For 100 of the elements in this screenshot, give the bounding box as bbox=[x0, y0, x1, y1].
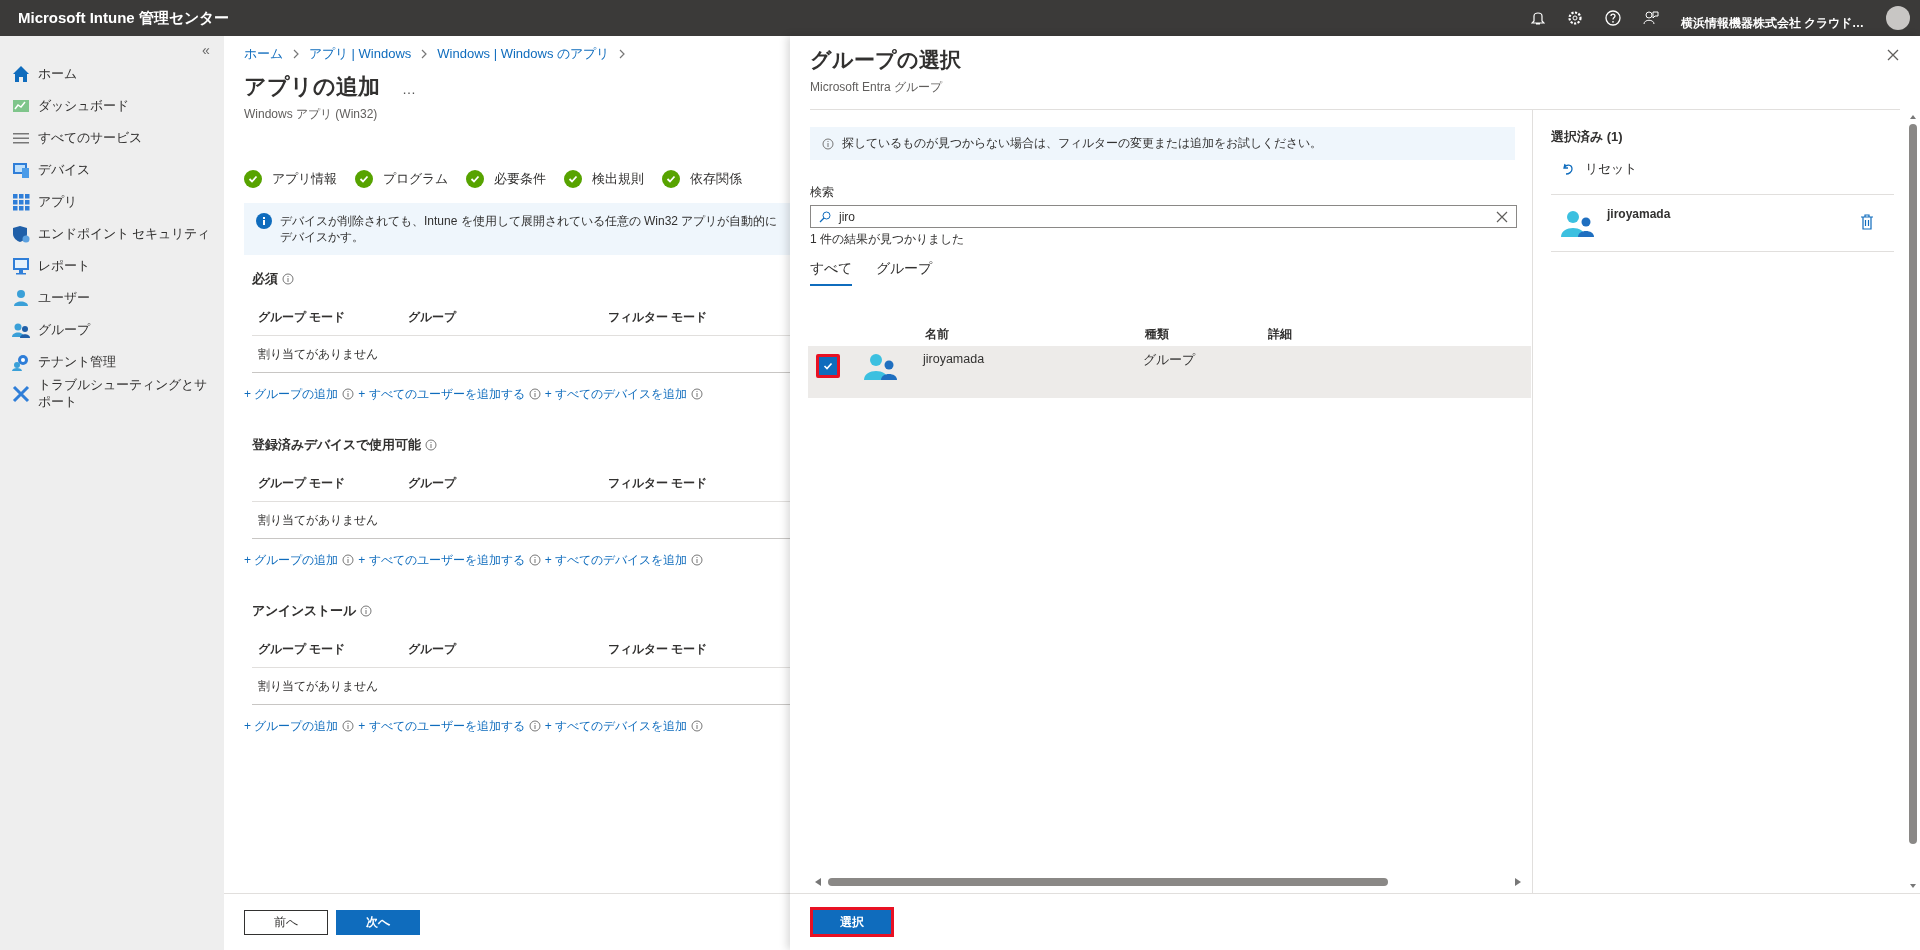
column-header: 詳細 bbox=[1268, 325, 1293, 343]
scroll-left-icon[interactable] bbox=[814, 877, 822, 887]
info-icon bbox=[256, 213, 272, 229]
tab[interactable]: グループ bbox=[876, 260, 932, 286]
info-icon bbox=[822, 137, 834, 150]
sidebar-item[interactable]: グループ bbox=[0, 314, 224, 346]
column-header: グループ モード bbox=[258, 309, 347, 325]
breadcrumb-link[interactable]: ホーム bbox=[244, 45, 283, 63]
info-icon bbox=[342, 554, 355, 566]
add-link[interactable]: + グループの追加 bbox=[244, 551, 339, 569]
search-field[interactable]: jiro bbox=[810, 205, 1517, 228]
breadcrumb-link[interactable]: アプリ | Windows bbox=[309, 45, 412, 63]
column-header: グループ bbox=[408, 309, 458, 325]
chevron-icon bbox=[291, 48, 301, 60]
column-header: 名前 bbox=[925, 325, 950, 343]
info-text: デバイスが削除されても、Intune を使用して展開されている任意の Win32 アプリが自動的にデバイスかす。 bbox=[280, 213, 778, 245]
back-button[interactable]: 前へ bbox=[244, 909, 328, 935]
people-icon bbox=[12, 321, 30, 339]
search-label: 検索 bbox=[810, 184, 835, 201]
collapse-button[interactable]: « bbox=[198, 42, 214, 58]
scroll-down-icon[interactable] bbox=[1909, 883, 1917, 889]
section-title: アンインストール bbox=[252, 602, 356, 620]
clear-icon bbox=[1496, 210, 1508, 223]
panel-title: グループの選択 bbox=[810, 47, 961, 73]
help-icon bbox=[1604, 10, 1621, 26]
delete-button[interactable] bbox=[1860, 213, 1874, 233]
checkmark-icon bbox=[470, 174, 480, 184]
column-header: グループ モード bbox=[258, 475, 347, 491]
reset-button[interactable]: リセット bbox=[1551, 160, 1637, 178]
account-name[interactable]: 横浜情報機器株式会社 クラウド… bbox=[1680, 14, 1864, 32]
checkmark-icon bbox=[568, 174, 578, 184]
column-header: フィルター モード bbox=[608, 475, 709, 491]
table-cell-text: グループ bbox=[1143, 352, 1197, 369]
column-header: 種類 bbox=[1145, 325, 1170, 343]
info-icon bbox=[342, 388, 355, 400]
info-text: 探しているものが見つからない場合は、フィルターの変更または追加をお試しください。 bbox=[842, 135, 1322, 152]
sidebar-item[interactable]: エンドポイント セキュリティ bbox=[0, 218, 224, 250]
breadcrumb-link[interactable]: Windows | Windows のアプリ bbox=[437, 45, 610, 63]
add-link[interactable]: + すべてのユーザーを追加する bbox=[358, 551, 525, 569]
column-header: フィルター モード bbox=[608, 309, 709, 325]
add-link[interactable]: + すべてのデバイスを追加 bbox=[544, 385, 688, 403]
bell-icon bbox=[1530, 10, 1545, 26]
column-header: グループ モード bbox=[258, 641, 347, 657]
info-icon bbox=[425, 439, 437, 451]
scroll-right-icon[interactable] bbox=[1514, 877, 1522, 887]
selected-item-name: jiroyamada bbox=[1607, 207, 1671, 221]
close-button[interactable] bbox=[1886, 48, 1900, 62]
empty-message: 割り当てがありません bbox=[258, 346, 378, 362]
sidebar-item[interactable]: ホーム bbox=[0, 58, 224, 90]
result-count: 1 件の結果が見つかりました bbox=[810, 231, 965, 248]
info-icon bbox=[528, 554, 541, 566]
info-icon bbox=[342, 720, 355, 732]
add-link[interactable]: + グループの追加 bbox=[244, 385, 339, 403]
step-label[interactable]: 依存関係 bbox=[690, 170, 742, 188]
sidebar-item[interactable]: トラブルシューティングとサポート bbox=[0, 378, 224, 410]
info-icon bbox=[691, 388, 704, 400]
undo-icon bbox=[1561, 162, 1575, 176]
add-link[interactable]: + グループの追加 bbox=[244, 717, 339, 735]
info-icon bbox=[528, 720, 541, 732]
scroll-up-icon[interactable] bbox=[1909, 114, 1917, 120]
add-link[interactable]: + すべてのデバイスを追加 bbox=[544, 551, 688, 569]
page-subtitle: Windows アプリ (Win32) bbox=[244, 106, 379, 123]
add-link[interactable]: + すべてのユーザーを追加する bbox=[358, 385, 525, 403]
people-icon bbox=[1561, 209, 1595, 237]
sidebar-item[interactable]: ユーザー bbox=[0, 282, 224, 314]
app-title: Microsoft Intune 管理センター bbox=[18, 8, 229, 28]
section-title: 登録済みデバイスで使用可能 bbox=[252, 436, 421, 454]
checkbox[interactable] bbox=[816, 354, 840, 378]
sidebar-item[interactable]: レポート bbox=[0, 250, 224, 282]
table-row[interactable]: jiroyamada グループ bbox=[808, 346, 1531, 398]
info-icon bbox=[282, 273, 294, 285]
section-title: 必須 bbox=[252, 270, 278, 288]
step-label[interactable]: アプリ情報 bbox=[272, 170, 337, 188]
shield-icon bbox=[12, 225, 30, 243]
add-link[interactable]: + すべてのユーザーを追加する bbox=[358, 717, 525, 735]
select-button[interactable]: 選択 bbox=[810, 907, 894, 937]
tab[interactable]: すべて bbox=[810, 260, 852, 286]
info-icon bbox=[691, 720, 704, 732]
sidebar-item[interactable]: テナント管理 bbox=[0, 346, 224, 378]
sidebar-item[interactable]: デバイス bbox=[0, 154, 224, 186]
next-button[interactable]: 次へ bbox=[336, 909, 420, 935]
step-label[interactable]: 検出規則 bbox=[592, 170, 644, 188]
gear-person-icon bbox=[12, 353, 30, 371]
column-header: フィルター モード bbox=[608, 641, 709, 657]
avatar-icon[interactable] bbox=[1886, 6, 1910, 30]
table-cell-text: jiroyamada bbox=[923, 351, 986, 366]
step-label[interactable]: 必要条件 bbox=[494, 170, 546, 188]
empty-message: 割り当てがありません bbox=[258, 678, 378, 694]
tools-icon bbox=[12, 385, 30, 403]
more-button[interactable]: … bbox=[402, 81, 416, 97]
checkmark-icon bbox=[359, 174, 369, 184]
column-header: グループ bbox=[408, 641, 458, 657]
step-label[interactable]: プログラム bbox=[383, 170, 448, 188]
search-icon bbox=[819, 210, 831, 223]
sidebar-item[interactable]: すべてのサービス bbox=[0, 122, 224, 154]
feedback-icon bbox=[1642, 10, 1659, 26]
sidebar-item[interactable]: アプリ bbox=[0, 186, 224, 218]
sidebar-item[interactable]: ダッシュボード bbox=[0, 90, 224, 122]
add-link[interactable]: + すべてのデバイスを追加 bbox=[544, 717, 688, 735]
monitor-icon bbox=[12, 161, 30, 179]
